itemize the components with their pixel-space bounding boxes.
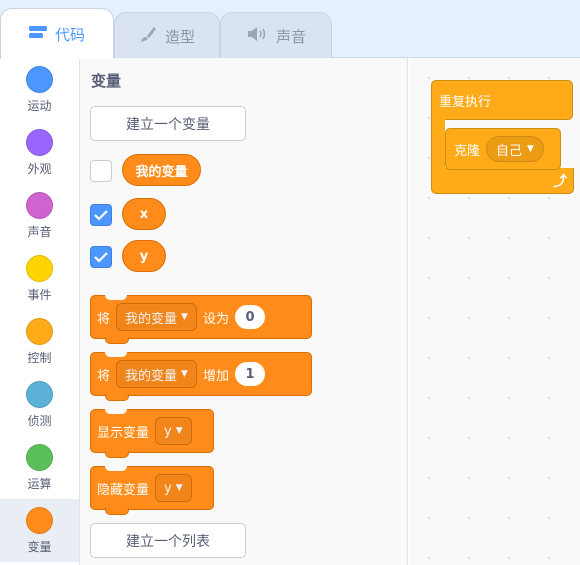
tab-sounds[interactable]: 声音 xyxy=(220,12,332,59)
variable-reporter[interactable]: 我的变量 xyxy=(122,154,201,186)
category-sensing-dot xyxy=(26,381,53,408)
category-label: 变量 xyxy=(27,540,52,554)
forever-label: 重复执行 xyxy=(439,94,492,110)
block-text: 将 xyxy=(97,311,111,327)
dropdown-arrow-icon: ▼ xyxy=(175,483,183,493)
variable-checkbox[interactable] xyxy=(90,204,112,226)
category-variables-dot xyxy=(26,507,53,534)
brush-icon xyxy=(139,25,157,47)
variable-reporter[interactable]: x xyxy=(122,198,166,230)
variable-reporter[interactable]: y xyxy=(122,240,166,272)
category-motion-dot xyxy=(26,66,53,93)
variable-checkbox[interactable] xyxy=(90,160,112,182)
dropdown-arrow-icon: ▼ xyxy=(175,426,183,436)
dropdown-arrow-icon: ▼ xyxy=(527,144,534,154)
change-variable-block[interactable]: 将 我的变量 ▼ 增加 1 xyxy=(90,352,312,401)
category-control[interactable]: 控制 xyxy=(0,310,79,373)
dropdown-value: 我的变量 xyxy=(125,311,178,327)
variable-dropdown[interactable]: y ▼ xyxy=(155,417,192,445)
variable-dropdown[interactable]: 我的变量 ▼ xyxy=(116,360,197,388)
category-label: 事件 xyxy=(27,288,52,302)
forever-block-bottom: ⤴ xyxy=(431,168,574,194)
dropdown-value: y xyxy=(164,480,172,496)
speaker-icon xyxy=(246,26,268,46)
dropdown-value: y xyxy=(164,423,172,439)
category-label: 控制 xyxy=(27,351,52,365)
dropdown-arrow-icon: ▼ xyxy=(181,312,188,322)
variable-dropdown[interactable]: y ▼ xyxy=(155,474,192,502)
editor-tab-bar: 代码 造型 声音 xyxy=(0,0,580,59)
checkmark-icon xyxy=(94,210,108,221)
block-text: 隐藏变量 xyxy=(97,482,150,498)
forever-block-arm xyxy=(431,119,445,171)
tab-code-label: 代码 xyxy=(54,25,85,44)
variable-checkbox[interactable] xyxy=(90,246,112,268)
value-input[interactable]: 1 xyxy=(234,362,265,386)
code-area[interactable]: 重复执行 ⤴ 克隆 自己 ▼ xyxy=(409,58,580,565)
block-palette: 变量 建立一个变量 我的变量 x y 将 我的变量 ▼ 设为 0 将 我的变量 … xyxy=(80,58,408,565)
category-sound-dot xyxy=(26,192,53,219)
show-variable-block[interactable]: 显示变量 y ▼ xyxy=(90,409,214,458)
category-operators-dot xyxy=(26,444,53,471)
category-label: 运动 xyxy=(27,99,52,113)
category-looks[interactable]: 外观 xyxy=(0,121,79,184)
category-label: 声音 xyxy=(27,225,52,239)
category-sound[interactable]: 声音 xyxy=(0,184,79,247)
clone-target-dropdown[interactable]: 自己 ▼ xyxy=(486,136,544,162)
block-text: 设为 xyxy=(202,311,229,327)
forever-block[interactable]: 重复执行 xyxy=(431,80,573,120)
tab-code[interactable]: 代码 xyxy=(0,8,114,59)
dropdown-arrow-icon: ▼ xyxy=(181,369,188,379)
tab-costumes-label: 造型 xyxy=(164,27,195,46)
create-clone-block[interactable]: 克隆 自己 ▼ xyxy=(445,128,561,170)
tab-costumes[interactable]: 造型 xyxy=(114,12,220,59)
value-input[interactable]: 0 xyxy=(234,305,265,329)
variable-dropdown[interactable]: 我的变量 ▼ xyxy=(116,303,197,331)
category-sensing[interactable]: 侦测 xyxy=(0,373,79,436)
category-label: 运算 xyxy=(27,477,52,491)
category-motion[interactable]: 运动 xyxy=(0,58,79,121)
block-text: 显示变量 xyxy=(97,425,150,441)
category-looks-dot xyxy=(26,129,53,156)
make-variable-button[interactable]: 建立一个变量 xyxy=(90,106,246,141)
tab-sounds-label: 声音 xyxy=(275,27,306,46)
category-variables[interactable]: 变量 xyxy=(0,499,79,562)
block-text: 将 xyxy=(97,368,111,384)
set-variable-block[interactable]: 将 我的变量 ▼ 设为 0 xyxy=(90,295,312,344)
checkmark-icon xyxy=(94,252,108,263)
category-control-dot xyxy=(26,318,53,345)
code-icon xyxy=(28,25,47,43)
category-label: 侦测 xyxy=(27,414,52,428)
block-text: 增加 xyxy=(202,368,229,384)
dropdown-value: 自己 xyxy=(496,143,523,159)
make-list-button[interactable]: 建立一个列表 xyxy=(90,523,246,558)
category-label: 外观 xyxy=(27,162,52,176)
loop-arrow-icon: ⤴ xyxy=(553,174,567,190)
dropdown-value: 我的变量 xyxy=(125,368,178,384)
palette-title: 变量 xyxy=(91,72,122,90)
category-events[interactable]: 事件 xyxy=(0,247,79,310)
hide-variable-block[interactable]: 隐藏变量 y ▼ xyxy=(90,466,214,515)
clone-label: 克隆 xyxy=(454,143,481,159)
category-operators[interactable]: 运算 xyxy=(0,436,79,499)
category-menu: 运动 外观 声音 事件 控制 侦测 运算 变量 xyxy=(0,58,80,565)
category-events-dot xyxy=(26,255,53,282)
